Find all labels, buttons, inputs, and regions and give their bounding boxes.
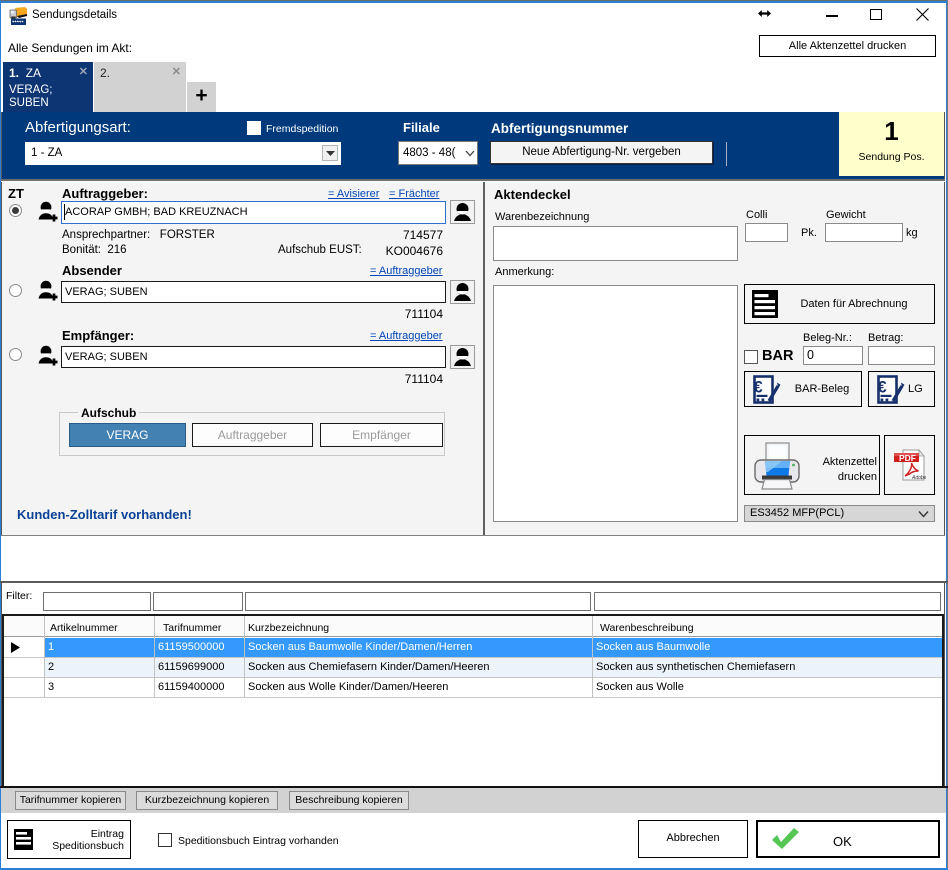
svg-text:€: €: [877, 378, 887, 397]
svg-text:Adobe: Adobe: [911, 475, 926, 481]
svg-text:€: €: [753, 378, 763, 397]
svg-text:PDF: PDF: [899, 453, 916, 463]
